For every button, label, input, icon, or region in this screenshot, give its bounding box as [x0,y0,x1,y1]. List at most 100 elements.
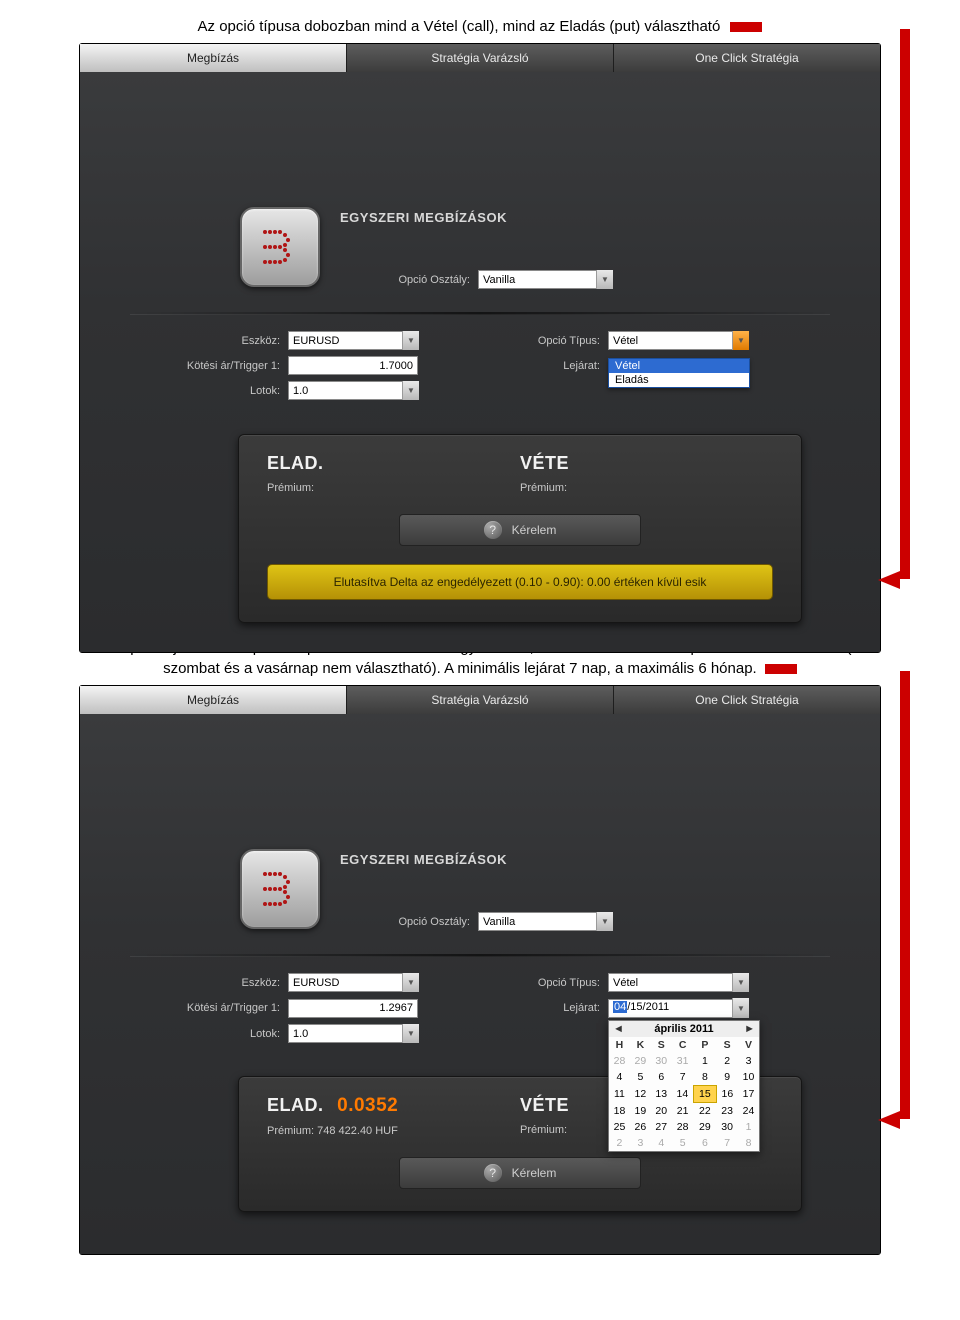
expiry-date-input[interactable]: 04/15/2011 [608,999,748,1018]
calendar-day[interactable]: 10 [738,1069,759,1086]
order-panel: Megbízás Stratégia Varázsló One Click St… [79,685,881,1255]
option-type-item-sell[interactable]: Eladás [609,373,749,387]
chevron-down-icon[interactable]: ▼ [732,973,749,992]
sell-heading: ELAD. [267,1095,324,1115]
callout-marker-icon [765,664,797,674]
calendar-day[interactable]: 6 [651,1069,672,1086]
callout-line-icon [900,671,910,1119]
calendar-day: 28 [609,1053,630,1069]
calendar-day[interactable]: 21 [672,1103,694,1120]
calendar-day[interactable]: 1 [694,1053,717,1069]
lots-input[interactable] [288,1024,418,1043]
divider-icon [130,312,830,315]
calendar-day[interactable]: 7 [672,1069,694,1086]
calendar-day[interactable]: 28 [672,1119,694,1135]
calendar-day[interactable]: 27 [651,1119,672,1135]
rejection-banner: Elutasítva Delta az engedélyezett (0.10 … [267,564,773,600]
request-button-label: Kérelem [512,523,557,537]
calendar-day[interactable]: 17 [738,1086,759,1103]
callout-marker-icon [730,22,762,32]
instrument-select[interactable] [288,331,418,350]
option-type-dropdown: Vétel Eladás [608,358,750,388]
calendar-dow: V [738,1037,759,1053]
chevron-down-icon[interactable]: ▼ [732,998,749,1018]
tab-one-click[interactable]: One Click Stratégia [614,44,880,72]
calendar-day[interactable]: 16 [716,1086,738,1103]
label-instrument: Eszköz: [150,977,288,989]
chevron-down-icon[interactable]: ▼ [402,1024,419,1043]
calendar-day[interactable]: 20 [651,1103,672,1120]
label-expiry: Lejárat: [500,1002,608,1014]
calendar-prev-button[interactable]: ◄ [613,1023,624,1035]
calendar-day[interactable]: 9 [716,1069,738,1086]
label-option-type: Opció Típus: [500,977,608,989]
option-type-select[interactable] [608,973,748,992]
calendar-day[interactable]: 23 [716,1103,738,1120]
calendar-day[interactable]: 13 [651,1086,672,1103]
callout-arrow-icon [878,571,900,589]
calendar-day[interactable]: 4 [609,1069,630,1086]
calendar-grid: HKSCPSV 28293031123456789101112131415161… [609,1037,759,1151]
chevron-down-icon[interactable]: ▼ [402,973,419,992]
section-title: EGYSZERI MEGBÍZÁSOK [340,852,507,867]
option-type-item-buy[interactable]: Vétel [609,359,749,373]
instrument-select[interactable] [288,973,418,992]
tab-one-click[interactable]: One Click Stratégia [614,686,880,714]
calendar-day[interactable]: 29 [694,1119,717,1135]
calendar-day[interactable]: 18 [609,1103,630,1120]
option-class-select[interactable] [478,912,613,931]
calendar-day[interactable]: 5 [630,1069,651,1086]
order-panel: Megbízás Stratégia Varázsló One Click St… [79,43,881,653]
callout-line-icon [900,29,910,579]
calendar-dow: P [694,1037,717,1053]
lots-input[interactable] [288,381,418,400]
request-button[interactable]: ? Kérelem [399,514,641,546]
chevron-down-icon[interactable]: ▼ [732,331,749,350]
calendar-day[interactable]: 24 [738,1103,759,1120]
calendar-day[interactable]: 11 [609,1086,630,1103]
option-type-select[interactable] [608,331,748,350]
calendar-dow: H [609,1037,630,1053]
calendar-day: 6 [694,1135,717,1151]
caption-top: Az opció típusa dobozban mind a Vétel (c… [0,0,960,43]
label-expiry: Lejárat: [500,360,608,372]
option-class-select[interactable] [478,270,613,289]
label-strike: Kötési ár/Trigger 1: [150,360,288,372]
chevron-down-icon[interactable]: ▼ [596,270,613,289]
calendar-title: április 2011 [654,1023,713,1035]
label-instrument: Eszköz: [150,335,288,347]
question-icon: ? [484,1164,502,1182]
calendar-day: 30 [651,1053,672,1069]
calendar-day[interactable]: 12 [630,1086,651,1103]
quote-card: ELAD. Prémium: VÉTE Prémium: ? Kérelem E… [238,434,802,623]
calendar-day[interactable]: 2 [716,1053,738,1069]
strike-input[interactable] [288,999,418,1018]
calendar-day[interactable]: 25 [609,1119,630,1135]
tab-strategy-wizard[interactable]: Stratégia Varázsló [347,686,614,714]
calendar-day: 1 [738,1119,759,1135]
calendar-day[interactable]: 15 [694,1086,717,1103]
calendar-day[interactable]: 26 [630,1119,651,1135]
chevron-down-icon[interactable]: ▼ [596,912,613,931]
chevron-down-icon[interactable]: ▼ [402,331,419,350]
calendar-day[interactable]: 19 [630,1103,651,1120]
calendar-day[interactable]: 8 [694,1069,717,1086]
module-icon [240,207,320,287]
calendar-day[interactable]: 30 [716,1119,738,1135]
tab-strategy-wizard[interactable]: Stratégia Varázsló [347,44,614,72]
label-lots: Lotok: [150,385,288,397]
tab-order[interactable]: Megbízás [80,686,347,714]
chevron-down-icon[interactable]: ▼ [402,381,419,400]
strike-input[interactable] [288,356,418,375]
sell-heading: ELAD. [267,453,520,474]
request-button[interactable]: ? Kérelem [399,1157,641,1189]
calendar-day[interactable]: 14 [672,1086,694,1103]
calendar-day: 7 [716,1135,738,1151]
caption-top-text: Az opció típusa dobozban mind a Vétel (c… [198,18,721,35]
divider-icon [130,954,830,957]
calendar-day[interactable]: 3 [738,1053,759,1069]
calendar-day[interactable]: 22 [694,1103,717,1120]
module-icon [240,849,320,929]
tab-order[interactable]: Megbízás [80,44,347,72]
calendar-next-button[interactable]: ► [744,1023,755,1035]
